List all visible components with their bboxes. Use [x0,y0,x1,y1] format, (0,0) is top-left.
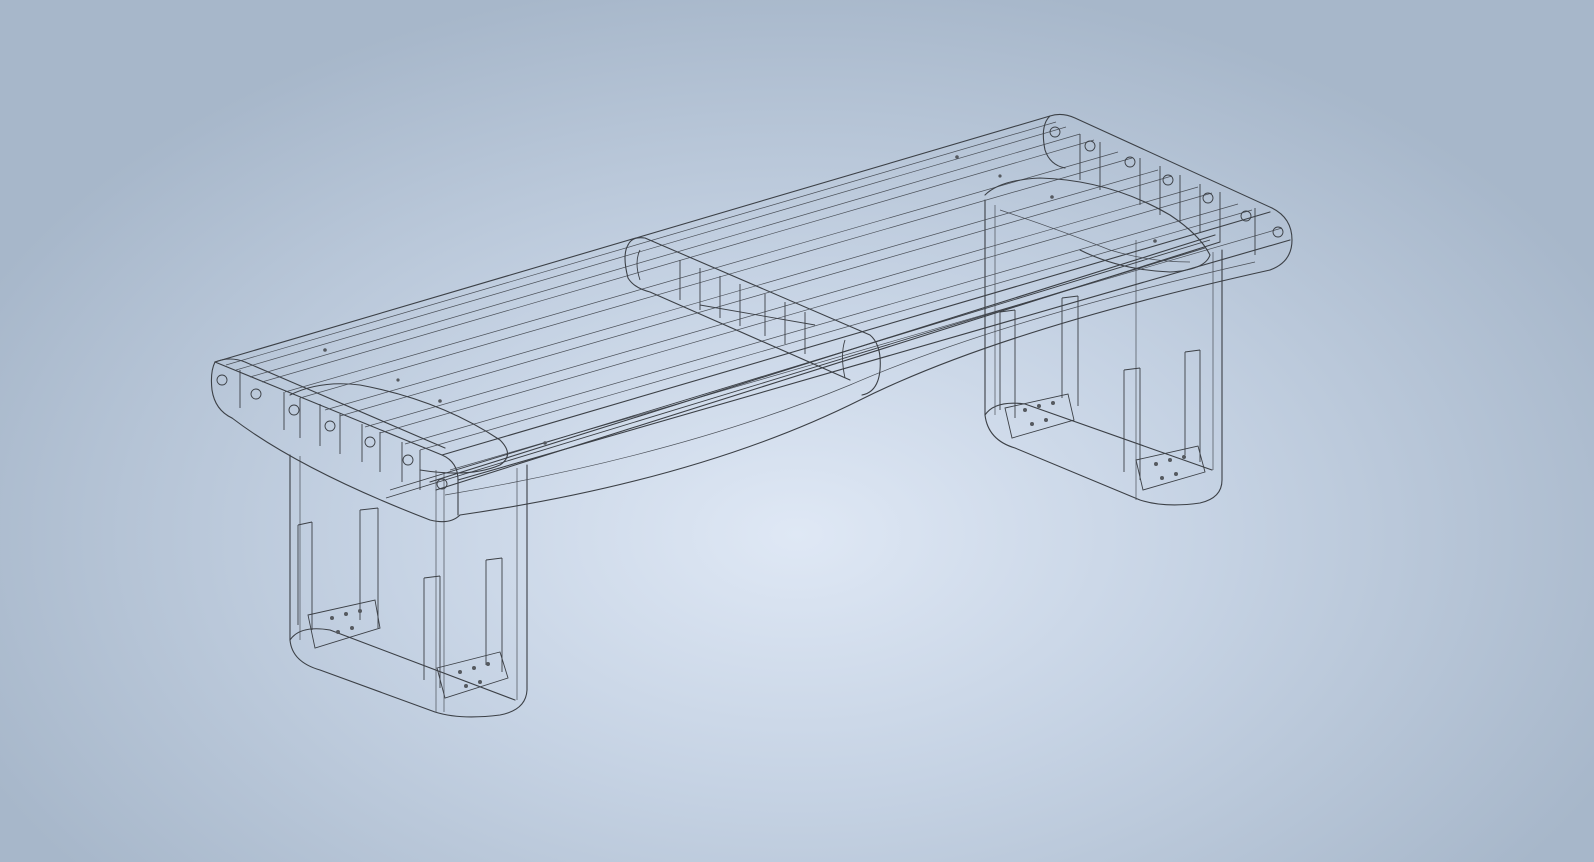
right-leg[interactable] [984,199,1223,506]
bench-seat[interactable] [210,113,1293,523]
3d-viewport[interactable] [0,0,1594,862]
bench-wireframe-model[interactable] [0,0,1594,862]
left-leg[interactable] [289,454,528,718]
